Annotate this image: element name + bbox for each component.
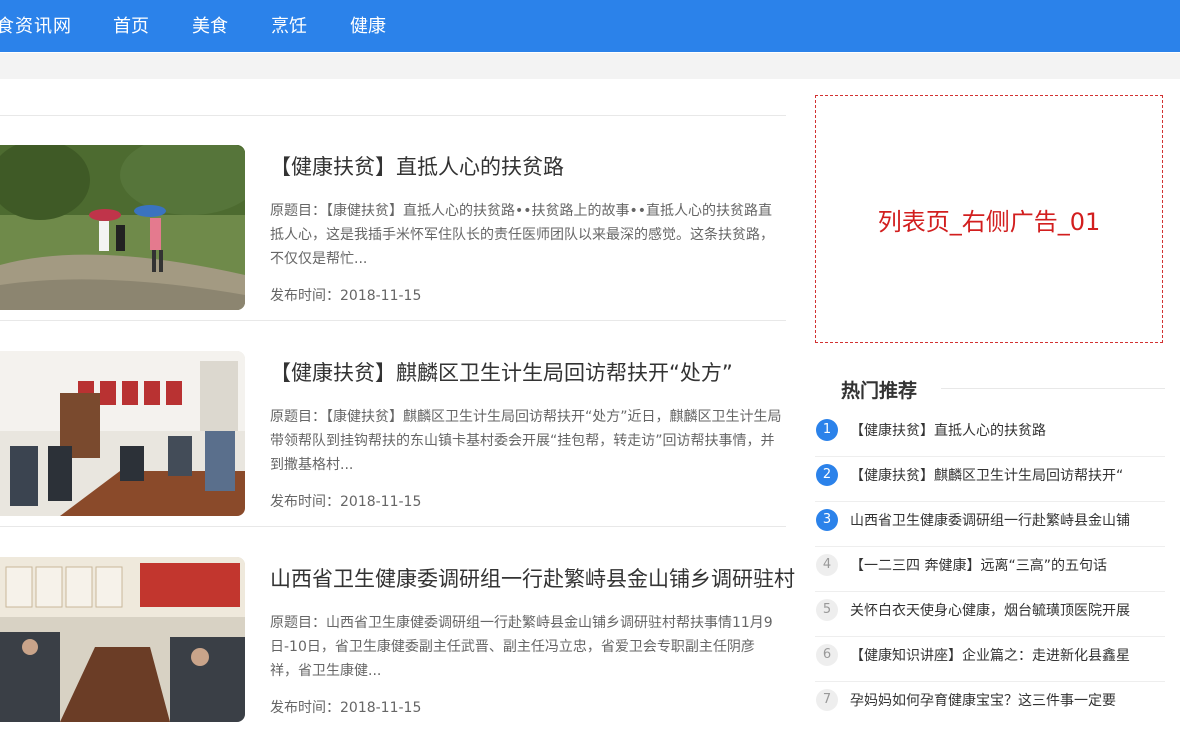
hot-list-item[interactable]: 7 孕妈妈如何孕育健康宝宝？这三件事一定要 — [815, 682, 1165, 711]
article-item[interactable]: 【健康扶贫】麒麟区卫生计生局回访帮扶开“处方” 原题目：【康健扶贫】麒麟区卫生计… — [0, 321, 786, 527]
photo-rainy-path-image — [0, 145, 245, 310]
article-title[interactable]: 山西省卫生健康委调研组一行赴繁峙县金山铺乡调研驻村 — [270, 563, 795, 593]
rank-badge: 4 — [816, 554, 838, 576]
hot-recommend-title: 热门推荐 — [841, 380, 918, 402]
nav-item-home[interactable]: 首页 — [113, 12, 149, 38]
sidebar-ad[interactable]: 列表页_右侧广告_01 — [815, 95, 1163, 343]
hot-list-item[interactable]: 4 【一二三四 奔健康】远离“三高”的五句话 — [815, 547, 1165, 592]
hot-item-title[interactable]: 孕妈妈如何孕育健康宝宝？这三件事一定要 — [850, 690, 1140, 710]
article-date: 发布时间：2018-11-15 — [270, 494, 422, 510]
hot-item-title[interactable]: 【一二三四 奔健康】远离“三高”的五句话 — [850, 555, 1140, 575]
article-date: 发布时间：2018-11-15 — [270, 700, 422, 716]
hot-list-item[interactable]: 5 关怀白衣天使身心健康，烟台毓璜顶医院开展 — [815, 592, 1165, 637]
nav-item-health[interactable]: 健康 — [350, 12, 386, 38]
article-thumbnail[interactable] — [0, 557, 245, 722]
rank-badge: 2 — [816, 464, 838, 486]
article-thumbnail[interactable] — [0, 351, 245, 516]
hot-list-item[interactable]: 6 【健康知识讲座】企业篇之：走进新化县鑫星 — [815, 637, 1165, 682]
hot-list-item[interactable]: 2 【健康扶贫】麒麟区卫生计生局回访帮扶开“ — [815, 457, 1165, 502]
main-nav: 首页 美食 烹饪 健康 — [113, 12, 386, 38]
hot-item-title[interactable]: 【健康扶贫】直抵人心的扶贫路 — [850, 420, 1140, 440]
photo-meeting-room-image — [0, 351, 245, 516]
article-summary: 原题目：【康健扶贫】麒麟区卫生计生局回访帮扶开“处方”近日，麒麟区卫生计生局带领… — [270, 409, 782, 473]
rank-badge: 3 — [816, 509, 838, 531]
top-navbar: 食资讯网 首页 美食 烹饪 健康 — [0, 0, 1180, 52]
article-summary: 原题目：山西省卫生康健委调研组一行赴繁峙县金山铺乡调研驻村帮扶事情11月9日-1… — [270, 615, 773, 679]
hot-list-item[interactable]: 3 山西省卫生健康委调研组一行赴繁峙县金山铺 — [815, 502, 1165, 547]
article-item[interactable]: 山西省卫生健康委调研组一行赴繁峙县金山铺乡调研驻村 原题目：山西省卫生康健委调研… — [0, 527, 795, 733]
nav-item-cooking[interactable]: 烹饪 — [271, 12, 307, 38]
article-item[interactable]: 【健康扶贫】直抵人心的扶贫路 原题目：【康健扶贫】直抵人心的扶贫路••扶贫路上的… — [0, 115, 786, 321]
hot-item-title[interactable]: 【健康知识讲座】企业篇之：走进新化县鑫星 — [850, 645, 1140, 665]
article-date: 发布时间：2018-11-15 — [270, 288, 422, 304]
hot-recommend-header: 热门推荐 — [815, 376, 1165, 402]
rank-badge: 1 — [816, 419, 838, 441]
article-thumbnail[interactable] — [0, 145, 245, 310]
hot-item-title[interactable]: 山西省卫生健康委调研组一行赴繁峙县金山铺 — [850, 510, 1140, 530]
rank-badge: 6 — [816, 644, 838, 666]
rank-badge: 5 — [816, 599, 838, 621]
photo-conference-image — [0, 557, 245, 722]
breadcrumb-strip — [0, 53, 1180, 79]
article-title[interactable]: 【健康扶贫】直抵人心的扶贫路 — [270, 151, 564, 181]
site-brand[interactable]: 食资讯网 — [0, 12, 72, 38]
hot-list-item[interactable]: 1 【健康扶贫】直抵人心的扶贫路 — [815, 412, 1165, 457]
rank-badge: 7 — [816, 689, 838, 711]
hot-item-title[interactable]: 关怀白衣天使身心健康，烟台毓璜顶医院开展 — [850, 600, 1140, 620]
hot-recommend-divider — [941, 388, 1165, 389]
article-summary: 原题目：【康健扶贫】直抵人心的扶贫路••扶贫路上的故事••直抵人心的扶贫路直抵人… — [270, 203, 774, 267]
article-title[interactable]: 【健康扶贫】麒麟区卫生计生局回访帮扶开“处方” — [270, 357, 733, 387]
hot-item-title[interactable]: 【健康扶贫】麒麟区卫生计生局回访帮扶开“ — [850, 465, 1140, 485]
nav-item-food[interactable]: 美食 — [192, 12, 228, 38]
ad-label: 列表页_右侧广告_01 — [877, 207, 1101, 236]
